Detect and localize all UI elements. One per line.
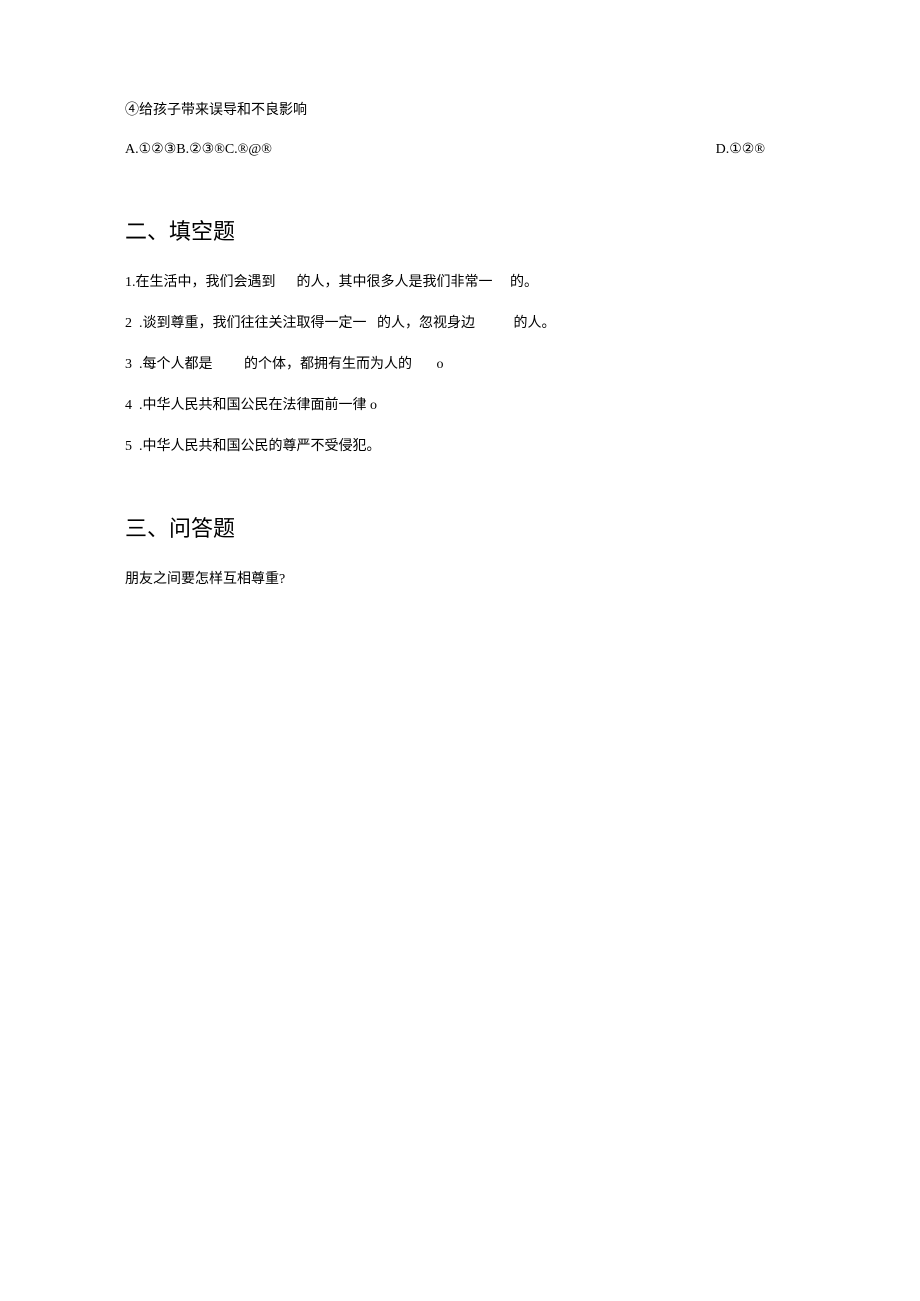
fill-question-1: 1.在生活中，我们会遇到 的人，其中很多人是我们非常一 的。 [125, 272, 795, 293]
fill-question-4: 4 .中华人民共和国公民在法律面前一律 o [125, 395, 795, 416]
section-2-heading: 二、填空题 [125, 215, 795, 248]
options-abc: A.①②③B.②③®C.®@® [125, 139, 272, 160]
fill-question-3: 3 .每个人都是 的个体，都拥有生而为人的 o [125, 354, 795, 375]
fill-question-2: 2 .谈到尊重，我们往往关注取得一定一 的人，忽视身边 的人。 [125, 313, 795, 334]
fill-question-5: 5 .中华人民共和国公民的尊严不受侵犯。 [125, 436, 795, 457]
answer-options-row: A.①②③B.②③®C.®@® D.①②® [125, 139, 795, 160]
qa-question-1: 朋友之间要怎样互相尊重? [125, 569, 795, 590]
section-3-heading: 三、问答题 [125, 512, 795, 545]
option-d: D.①②® [716, 139, 795, 160]
statement-4: ④给孩子带来误导和不良影响 [125, 100, 795, 121]
